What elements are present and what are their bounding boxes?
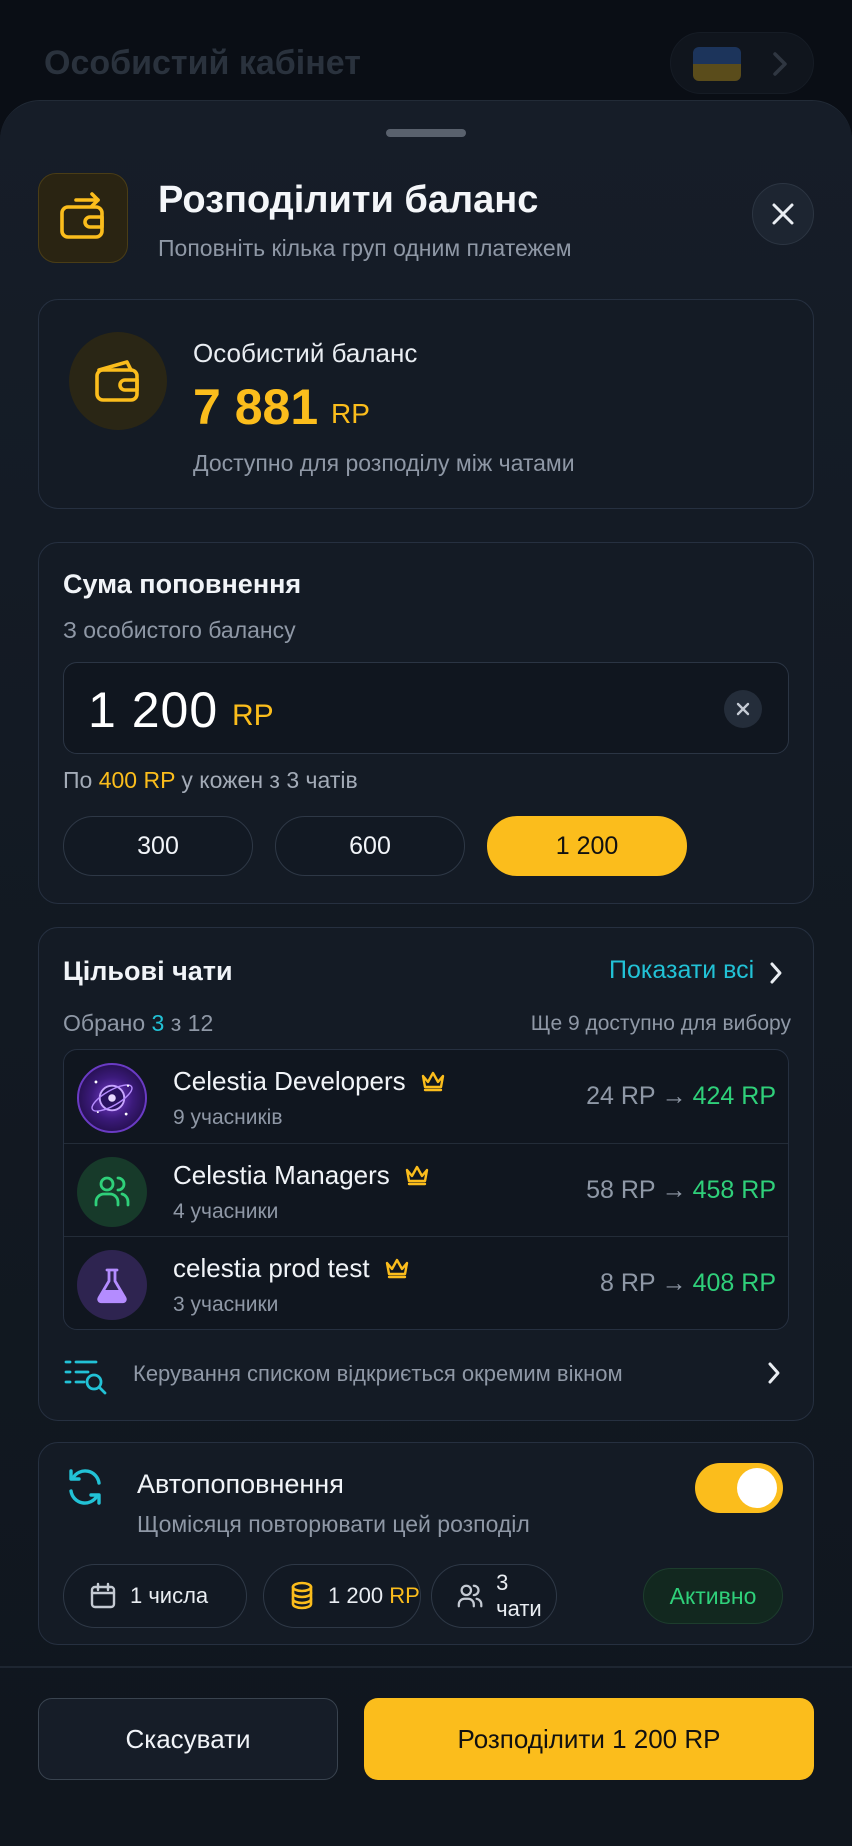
refresh-icon: [69, 1469, 101, 1505]
flask-icon: [77, 1250, 147, 1320]
per-chat-value: 400 RP: [98, 767, 176, 793]
chat-members: 9 учасників: [173, 1106, 283, 1129]
amount-unit: RP: [232, 699, 274, 732]
chat-name: celestia prod test: [173, 1253, 370, 1283]
chat-name: Celestia Developers: [173, 1066, 406, 1096]
personal-balance-card: Особистий баланс 7 881 RP Доступно для р…: [38, 299, 814, 509]
chat-row[interactable]: celestia prod test 3 учасники 8 RP → 408 R…: [64, 1236, 788, 1329]
preset-300-button[interactable]: 300: [63, 816, 253, 876]
autopay-subtitle: Щомісяця повторювати цей розподіл: [137, 1511, 530, 1537]
preset-1200-button[interactable]: 1 200: [487, 816, 687, 876]
galaxy-avatar: [77, 1063, 147, 1133]
chats-chip[interactable]: 3 чати: [431, 1564, 557, 1628]
chat-row[interactable]: Celestia Managers 4 учасники 58 RP → 458 R…: [64, 1143, 788, 1236]
autopay-card: Автопоповнення Щомісяця повторювати цей …: [38, 1442, 814, 1645]
amount-title: Сума поповнення: [63, 569, 302, 599]
chat-balance-change: 58 RP → 458 RP: [586, 1176, 776, 1205]
background-title: Особистий кабінет: [44, 44, 361, 82]
close-icon: [772, 203, 794, 225]
sum-unit: RP: [389, 1583, 420, 1608]
transfer-wallet-icon: [38, 173, 128, 263]
ukraine-flag-icon: [693, 47, 741, 81]
target-chats-card: Цільові чати Показати всі Обрано 3 з 12 …: [38, 927, 814, 1421]
day-label: 1 числа: [130, 1583, 209, 1608]
users-icon: [77, 1157, 147, 1227]
amount-value: 1 200: [88, 682, 219, 738]
close-button[interactable]: [752, 183, 814, 245]
balance-from: 24 RP: [586, 1082, 656, 1110]
chat-row[interactable]: Celestia Developers 9 учасників 24 RP → 42…: [64, 1050, 788, 1143]
balance-to: 458 RP: [692, 1176, 776, 1204]
sum-chip[interactable]: 1 200 RP: [263, 1564, 421, 1628]
balance-from: 58 RP: [586, 1176, 656, 1204]
list-search-icon: [64, 1360, 107, 1395]
available-count: Ще 9 доступно для вибору: [530, 1012, 791, 1035]
balance-to: 408 RP: [692, 1269, 776, 1297]
cancel-button[interactable]: Скасувати: [38, 1698, 338, 1780]
sum-value: 1 200: [328, 1583, 384, 1608]
users-icon: [457, 1584, 483, 1608]
balance-hint: Доступно для розподілу між чатами: [193, 450, 575, 476]
chat-list: Celestia Developers 9 учасників 24 RP → 42…: [63, 1049, 789, 1330]
selected-prefix: Обрано: [63, 1010, 146, 1036]
chevron-right-icon: [773, 52, 787, 76]
balance-label: Особистий баланс: [193, 338, 418, 368]
sheet-subtitle: Поповніть кілька груп одним платежем: [158, 235, 572, 261]
autopay-title: Автопоповнення: [137, 1469, 344, 1499]
arrow-icon: →: [661, 1082, 687, 1110]
day-chip[interactable]: 1 числа: [63, 1564, 247, 1628]
balance-unit: RP: [331, 398, 370, 429]
chevron-right-icon[interactable]: [767, 960, 785, 986]
distribute-balance-sheet: Розподілити баланс Поповніть кілька груп…: [0, 100, 852, 1846]
crown-icon: [385, 1258, 409, 1279]
toggle-knob: [737, 1468, 777, 1508]
crown-icon: [405, 1165, 429, 1186]
per-chat-suffix: у кожен з 3 чатів: [181, 767, 358, 793]
chat-balance-change: 24 RP → 424 RP: [586, 1082, 776, 1111]
sheet-grabber[interactable]: [386, 129, 466, 137]
coins-icon: [291, 1581, 313, 1610]
balance-to: 424 RP: [692, 1082, 776, 1110]
amount-subtitle: З особистого балансу: [63, 617, 296, 643]
show-all-link[interactable]: Показати всі: [609, 956, 754, 985]
selected-number: 3: [151, 1010, 165, 1036]
arrow-icon: →: [661, 1176, 687, 1204]
selected-suffix: з 12: [170, 1010, 214, 1036]
sum-label: 1 200 RP: [328, 1583, 420, 1609]
autopay-toggle[interactable]: [695, 1463, 783, 1513]
footer-divider: [0, 1666, 852, 1668]
manage-list-text[interactable]: Керування списком відкриється окремим ві…: [133, 1361, 623, 1387]
distribute-button[interactable]: Розподілити 1 200 RP: [364, 1698, 814, 1780]
selected-count: Обрано 3 з 12: [63, 1010, 213, 1037]
clear-icon: [736, 702, 750, 716]
crown-icon: [421, 1071, 445, 1092]
clear-amount-button[interactable]: [724, 690, 762, 728]
sheet-title: Розподілити баланс: [158, 179, 539, 221]
top-up-amount-card: Сума поповнення З особистого балансу 1 2…: [38, 542, 814, 904]
chevron-right-icon[interactable]: [765, 1360, 783, 1386]
chat-balance-change: 8 RP → 408 RP: [600, 1269, 776, 1298]
amount-input[interactable]: 1 200 RP: [63, 662, 789, 754]
per-chat-hint: По 400 RP у кожен з 3 чатів: [63, 767, 358, 794]
chat-name: Celestia Managers: [173, 1160, 390, 1190]
preset-600-button[interactable]: 600: [275, 816, 465, 876]
status-badge: Активно: [643, 1568, 783, 1624]
chat-members: 3 учасники: [173, 1293, 279, 1316]
language-pill[interactable]: [670, 32, 814, 94]
target-chats-title: Цільові чати: [63, 956, 233, 986]
chats-label: 3 чати: [496, 1570, 542, 1621]
wallet-icon: [69, 332, 167, 430]
arrow-icon: →: [661, 1269, 687, 1297]
balance-from: 8 RP: [600, 1269, 656, 1297]
balance-amount: 7 881: [193, 379, 319, 435]
per-chat-prefix: По: [63, 767, 93, 793]
calendar-icon: [90, 1582, 116, 1609]
chat-members: 4 учасники: [173, 1200, 279, 1223]
